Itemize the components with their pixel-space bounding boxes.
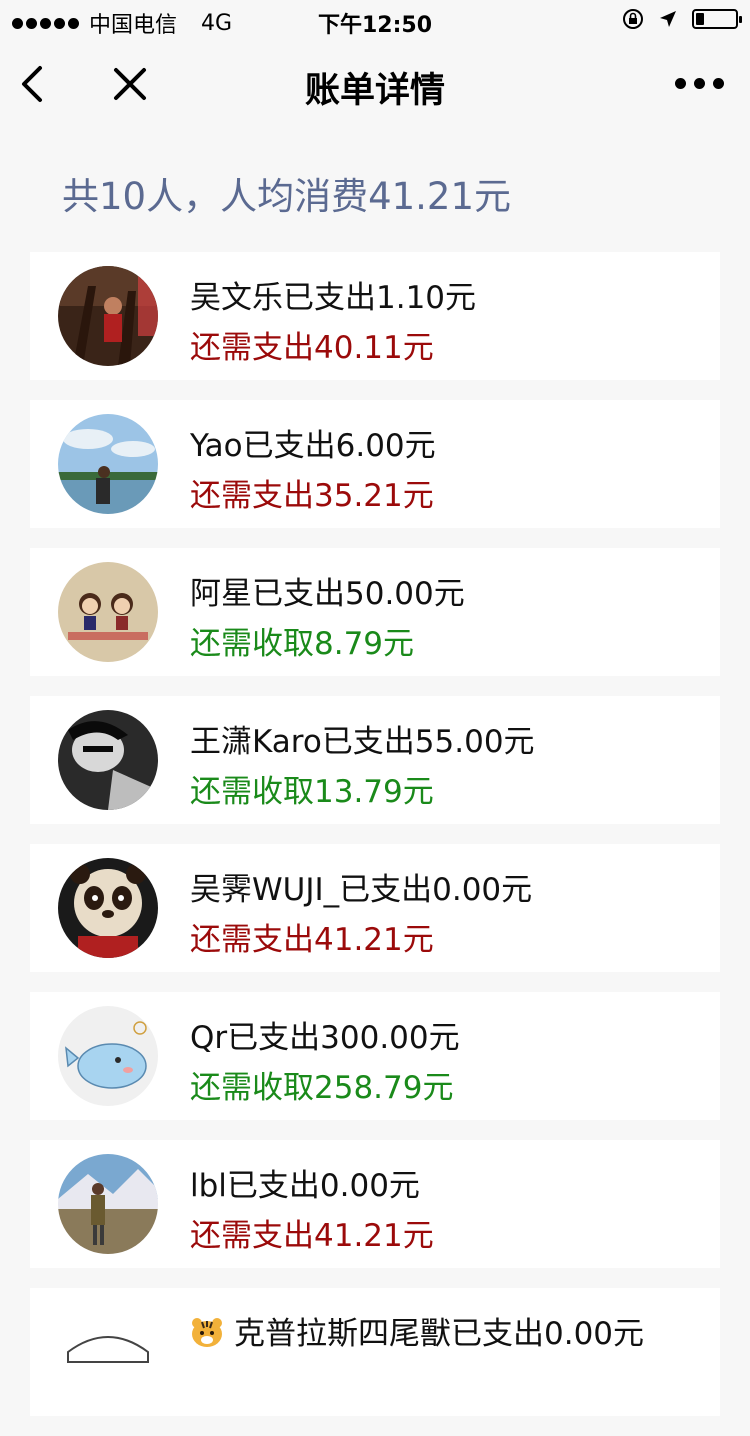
paid-amount-text: 克普拉斯四尾獸已支出0.00元	[234, 1316, 645, 1352]
list-item[interactable]: 吴文乐已支出1.10元 还需支出40.11元	[30, 252, 720, 380]
list-item[interactable]: Qr已支出300.00元 还需收取258.79元	[30, 992, 720, 1120]
rotation-lock-icon	[623, 9, 643, 29]
battery-icon	[692, 9, 742, 29]
avatar	[58, 266, 158, 366]
balance-amount: 还需收取8.79元	[190, 626, 415, 662]
paid-amount: lbl已支出0.00元	[190, 1168, 420, 1204]
list-item[interactable]: lbl已支出0.00元 还需支出41.21元	[30, 1140, 720, 1268]
avatar	[58, 1006, 158, 1106]
battery-level	[696, 13, 704, 25]
balance-amount: 还需支出40.11元	[190, 330, 434, 366]
list-item[interactable]: 王潇Karo已支出55.00元 还需收取13.79元	[30, 696, 720, 824]
avatar	[58, 1302, 158, 1402]
balance-amount: 还需收取13.79元	[190, 774, 434, 810]
bill-summary: 共10人，人均消费41.21元	[62, 175, 512, 218]
more-icon[interactable]	[675, 78, 724, 89]
paid-amount: 王潇Karo已支出55.00元	[190, 724, 535, 760]
location-arrow-icon	[660, 11, 676, 27]
tiger-emoji-icon	[192, 1318, 222, 1347]
avatar	[58, 858, 158, 958]
paid-amount: Qr已支出300.00元	[190, 1020, 460, 1056]
avatar	[58, 414, 158, 514]
list-item[interactable]: Yao已支出6.00元 还需支出35.21元	[30, 400, 720, 528]
avatar	[58, 710, 158, 810]
nav-bar: 账单详情	[0, 40, 750, 128]
avatar	[58, 1154, 158, 1254]
list-item[interactable]: 阿星已支出50.00元 还需收取8.79元	[30, 548, 720, 676]
paid-amount: 克普拉斯四尾獸已支出0.00元	[190, 1308, 644, 1353]
paid-amount: 阿星已支出50.00元	[190, 576, 465, 612]
status-bar: 中国电信 4G 下午12:50	[0, 0, 750, 40]
paid-amount: Yao已支出6.00元	[190, 428, 436, 464]
balance-amount: 还需收取258.79元	[190, 1070, 454, 1106]
member-list: 吴文乐已支出1.10元 还需支出40.11元 Yao已支出6.00元 还需支出3…	[30, 252, 720, 1436]
balance-amount: 还需支出41.21元	[190, 1218, 434, 1254]
balance-amount: 还需支出35.21元	[190, 478, 434, 514]
paid-amount: 吴霁WUJI_已支出0.00元	[190, 872, 533, 908]
list-item[interactable]: 吴霁WUJI_已支出0.00元 还需支出41.21元	[30, 844, 720, 972]
paid-amount: 吴文乐已支出1.10元	[190, 280, 477, 316]
status-right	[622, 8, 742, 30]
page-title: 账单详情	[304, 71, 445, 111]
avatar	[58, 562, 158, 662]
list-item[interactable]: 克普拉斯四尾獸已支出0.00元	[30, 1288, 720, 1416]
balance-amount: 还需支出41.21元	[190, 922, 434, 958]
